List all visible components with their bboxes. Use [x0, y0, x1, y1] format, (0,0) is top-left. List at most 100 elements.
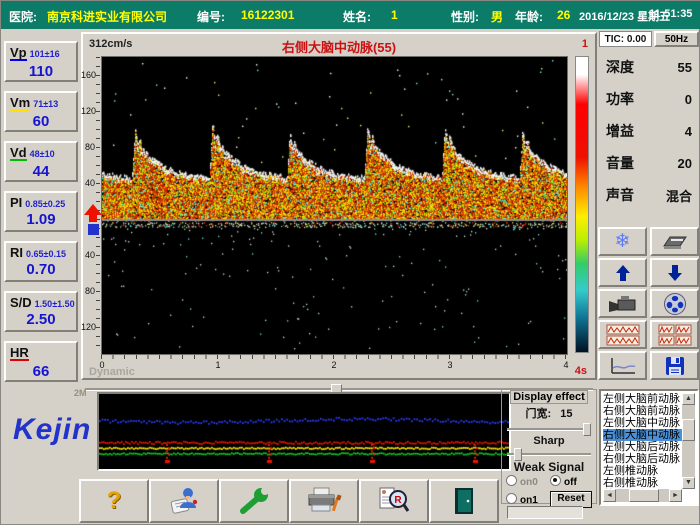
param-vd-label: Vd: [10, 145, 27, 161]
radio-off[interactable]: off: [550, 475, 592, 488]
flow-up-arrow-icon: [84, 204, 102, 215]
x-axis-minor-ticks: [101, 355, 566, 359]
arrow-down-button[interactable]: [650, 258, 699, 287]
param-hr-label: HR: [10, 345, 29, 361]
quad-display-button[interactable]: [650, 320, 699, 349]
save-button[interactable]: [650, 351, 699, 380]
radio-on1[interactable]: on1: [506, 493, 550, 506]
scroll-left-arrow-icon[interactable]: ◄: [603, 489, 616, 502]
param-sd: S/D 1.50±1.50 2.50: [4, 291, 78, 332]
param-vp-value: 110: [28, 63, 54, 80]
trend-display: [97, 392, 511, 471]
svg-text:R: R: [394, 495, 402, 506]
sharp-slider[interactable]: [507, 448, 591, 461]
scroll-down-arrow-icon[interactable]: ▼: [682, 477, 695, 489]
setting-power: 功率 0: [606, 91, 692, 107]
setting-volume: 音量 20: [606, 155, 692, 171]
hospital-value: 南京科进实业有限公司: [47, 10, 168, 24]
scroll-up-arrow-icon[interactable]: ▲: [682, 393, 695, 405]
param-vm-ref: 71±13: [33, 99, 59, 109]
radio-on0[interactable]: on0: [506, 475, 550, 488]
param-vp: Vp 101±16 110: [4, 41, 78, 82]
parameter-column: Vp 101±16 110 Vm 71±13 60 Vd 48±10 44 PI…: [4, 41, 78, 391]
artery-item-0[interactable]: 左侧大脑前动脉: [603, 393, 682, 405]
y-tick-n40: 40: [84, 250, 95, 260]
artery-item-2[interactable]: 左侧大脑中动脉: [603, 417, 682, 429]
horizontal-scrollbar[interactable]: ◄ ►: [603, 489, 682, 502]
eject-button[interactable]: [650, 227, 699, 256]
brand-logo: Kejin: [13, 413, 92, 446]
patient-name-value: 1: [391, 8, 398, 22]
scroll-right-arrow-icon[interactable]: ►: [669, 489, 682, 502]
gate-width-slider[interactable]: [507, 423, 591, 436]
param-ri-ref: 0.65±0.15: [26, 249, 66, 259]
param-vd-value: 44: [32, 163, 50, 180]
gate-slider-track[interactable]: [507, 428, 591, 431]
patient-info-button[interactable]: [149, 479, 219, 523]
patient-name-label: 姓名:: [343, 10, 371, 24]
param-sd-label: S/D: [10, 295, 32, 310]
param-vd-ref: 48±10: [29, 149, 55, 159]
arrow-up-icon: [615, 264, 630, 281]
artery-item-6[interactable]: 左侧椎动脉: [603, 465, 682, 477]
x-tick-3: 3: [447, 360, 453, 370]
sharp-slider-thumb[interactable]: [514, 448, 522, 461]
param-pi: PI 0.85±0.25 1.09: [4, 191, 78, 232]
param-vp-label: Vp: [10, 45, 27, 61]
tic-display: TIC: 0.00: [599, 31, 652, 47]
time-display: 11:51:35: [649, 8, 693, 20]
horizontal-scroll-thumb[interactable]: [629, 489, 659, 502]
artery-item-5[interactable]: 右侧大脑后动脉: [603, 453, 682, 465]
artery-item-1[interactable]: 右侧大脑前动脉: [603, 405, 682, 417]
record-video-button[interactable]: [598, 289, 647, 318]
display-effect-title: Display effect: [510, 390, 588, 404]
gender-label: 性别:: [451, 10, 479, 24]
help-button[interactable]: ?: [79, 479, 149, 523]
radio-off-circle[interactable]: [550, 475, 561, 486]
weak-signal-label: Weak Signal: [513, 460, 585, 474]
arrow-up-button[interactable]: [598, 258, 647, 287]
vertical-scroll-thumb[interactable]: [682, 419, 695, 441]
param-ri-value: 0.70: [26, 261, 56, 278]
patient-report-icon: [170, 488, 198, 514]
radio-on0-circle[interactable]: [506, 475, 517, 486]
probe-frequency-label: 2M: [74, 388, 87, 398]
param-hr-value: 66: [32, 363, 50, 380]
vertical-scrollbar[interactable]: ▲ ▼: [682, 393, 695, 489]
video-camera-icon: [608, 295, 635, 312]
acquisition-settings: 深度 55 功率 0 增益 4 音量 20 声音 混合: [599, 51, 699, 211]
dual-spectrum-icon: [606, 324, 639, 345]
baseline-marker: [87, 224, 99, 235]
colorbar-scale-label: 1: [581, 38, 588, 50]
print-button[interactable]: [289, 479, 359, 523]
dual-display-button[interactable]: [598, 320, 647, 349]
y-tick-80: 80: [84, 142, 95, 152]
radio-on1-circle[interactable]: [506, 493, 517, 504]
gate-width-label: 门宽:: [525, 408, 552, 420]
age-label: 年龄:: [515, 10, 543, 24]
exit-button[interactable]: [429, 479, 499, 523]
artery-item-4[interactable]: 左侧大脑后动脉: [603, 441, 682, 453]
playback-button[interactable]: [650, 289, 699, 318]
sweep-duration-label: 4s: [574, 365, 587, 377]
report-button[interactable]: R: [359, 479, 429, 523]
gate-slider-thumb[interactable]: [583, 423, 591, 436]
artery-items: 左侧大脑前动脉 右侧大脑前动脉 左侧大脑中动脉 右侧大脑中动脉 左侧大脑后动脉 …: [603, 393, 682, 489]
freeze-button[interactable]: ❄: [598, 227, 647, 256]
frequency-button[interactable]: 50Hz: [654, 31, 699, 47]
trend-display-button[interactable]: [598, 351, 647, 380]
question-mark-icon: ?: [106, 487, 122, 514]
patient-id-label: 编号:: [197, 10, 225, 24]
exit-door-icon: [455, 488, 473, 514]
y-tick-n120: 120: [81, 322, 97, 332]
param-pi-ref: 0.85±0.25: [25, 199, 66, 209]
printer-eject-icon: [662, 236, 687, 249]
x-tick-2: 2: [331, 360, 337, 370]
report-review-icon: R: [379, 487, 410, 512]
settings-button[interactable]: [219, 479, 289, 523]
artery-item-3-selected[interactable]: 右侧大脑中动脉: [603, 429, 682, 441]
param-hr: HR 66: [4, 341, 78, 382]
snowflake-icon: ❄: [614, 231, 631, 252]
control-button-grid: ❄: [598, 227, 699, 380]
artery-item-7[interactable]: 右侧椎动脉: [603, 477, 682, 489]
